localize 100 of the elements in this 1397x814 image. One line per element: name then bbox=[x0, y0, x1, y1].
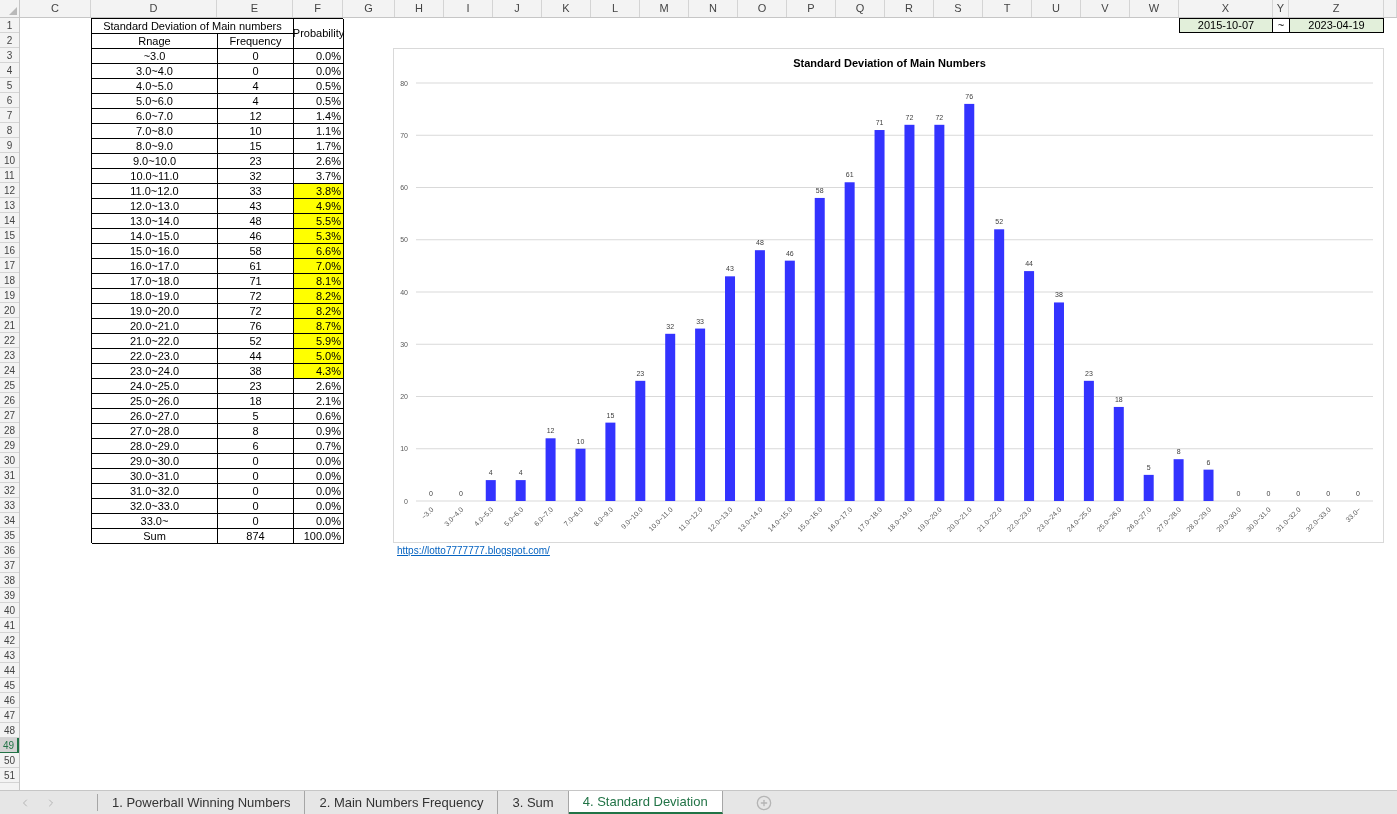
row-header[interactable]: 37 bbox=[0, 558, 19, 573]
row-header[interactable]: 40 bbox=[0, 603, 19, 618]
column-header[interactable]: D bbox=[91, 0, 217, 17]
row-header[interactable]: 34 bbox=[0, 513, 19, 528]
row-header[interactable]: 16 bbox=[0, 243, 19, 258]
row-header[interactable]: 9 bbox=[0, 138, 19, 153]
row-header[interactable]: 44 bbox=[0, 663, 19, 678]
column-header[interactable]: T bbox=[983, 0, 1032, 17]
sheet-tab[interactable]: 1. Powerball Winning Numbers bbox=[98, 791, 306, 814]
row-header[interactable]: 39 bbox=[0, 588, 19, 603]
table-cell: 33.0~ bbox=[92, 514, 218, 529]
row-header[interactable]: 49 bbox=[0, 738, 19, 753]
table-cell: 0.0% bbox=[294, 49, 344, 64]
row-header[interactable]: 31 bbox=[0, 468, 19, 483]
table-cell: 100.0% bbox=[294, 529, 344, 544]
row-header[interactable]: 3 bbox=[0, 48, 19, 63]
chart-title: Standard Deviation of Main Numbers bbox=[793, 57, 986, 69]
table-cell: 0.0% bbox=[294, 514, 344, 529]
row-header[interactable]: 15 bbox=[0, 228, 19, 243]
row-header[interactable]: 45 bbox=[0, 678, 19, 693]
row-header[interactable]: 8 bbox=[0, 123, 19, 138]
row-header[interactable]: 32 bbox=[0, 483, 19, 498]
table-cell: 13.0~14.0 bbox=[92, 214, 218, 229]
column-header[interactable]: M bbox=[640, 0, 689, 17]
table-cell: 5.3% bbox=[294, 229, 344, 244]
row-header[interactable]: 47 bbox=[0, 708, 19, 723]
sheet-tab[interactable]: 3. Sum bbox=[498, 791, 569, 814]
table-cell: 6.0~7.0 bbox=[92, 109, 218, 124]
column-header[interactable]: Y bbox=[1273, 0, 1289, 17]
row-header[interactable]: 14 bbox=[0, 213, 19, 228]
row-header[interactable]: 23 bbox=[0, 348, 19, 363]
column-header[interactable]: W bbox=[1130, 0, 1179, 17]
row-header[interactable]: 6 bbox=[0, 93, 19, 108]
column-header[interactable]: F bbox=[293, 0, 343, 17]
column-header[interactable]: G bbox=[343, 0, 395, 17]
column-header[interactable]: S bbox=[934, 0, 983, 17]
row-header[interactable]: 46 bbox=[0, 693, 19, 708]
row-header[interactable]: 4 bbox=[0, 63, 19, 78]
row-header[interactable]: 1 bbox=[0, 18, 19, 33]
row-header[interactable]: 41 bbox=[0, 618, 19, 633]
row-header[interactable]: 24 bbox=[0, 363, 19, 378]
row-header[interactable]: 13 bbox=[0, 198, 19, 213]
select-all-triangle-icon[interactable] bbox=[9, 7, 17, 15]
row-header[interactable]: 7 bbox=[0, 108, 19, 123]
row-header[interactable]: 10 bbox=[0, 153, 19, 168]
row-header[interactable]: 12 bbox=[0, 183, 19, 198]
column-header[interactable]: Z bbox=[1289, 0, 1384, 17]
table-cell: 0.0% bbox=[294, 64, 344, 79]
row-header[interactable]: 50 bbox=[0, 753, 19, 768]
row-header[interactable]: 17 bbox=[0, 258, 19, 273]
row-header[interactable]: 26 bbox=[0, 393, 19, 408]
table-cell: 14.0~15.0 bbox=[92, 229, 218, 244]
column-header[interactable]: C bbox=[20, 0, 91, 17]
row-header[interactable]: 28 bbox=[0, 423, 19, 438]
column-header[interactable]: I bbox=[444, 0, 493, 17]
row-header[interactable]: 42 bbox=[0, 633, 19, 648]
table-cell: 5.5% bbox=[294, 214, 344, 229]
row-header[interactable]: 30 bbox=[0, 453, 19, 468]
column-header[interactable]: E bbox=[217, 0, 293, 17]
row-header[interactable]: 19 bbox=[0, 288, 19, 303]
row-header[interactable]: 35 bbox=[0, 528, 19, 543]
bar bbox=[1143, 474, 1154, 501]
table-cell: 11.0~12.0 bbox=[92, 184, 218, 199]
row-header[interactable]: 51 bbox=[0, 768, 19, 783]
column-header[interactable]: U bbox=[1032, 0, 1081, 17]
row-header[interactable]: 18 bbox=[0, 273, 19, 288]
row-header[interactable]: 5 bbox=[0, 78, 19, 93]
row-header[interactable]: 2 bbox=[0, 33, 19, 48]
row-header[interactable]: 11 bbox=[0, 168, 19, 183]
row-header[interactable]: 27 bbox=[0, 408, 19, 423]
table-cell: 22.0~23.0 bbox=[92, 349, 218, 364]
row-header[interactable]: 22 bbox=[0, 333, 19, 348]
add-sheet-icon[interactable] bbox=[755, 794, 772, 811]
column-header[interactable]: K bbox=[542, 0, 591, 17]
row-header[interactable]: 29 bbox=[0, 438, 19, 453]
table-cell: 29.0~30.0 bbox=[92, 454, 218, 469]
column-header[interactable]: V bbox=[1081, 0, 1130, 17]
sheet-tab[interactable]: 2. Main Numbers Frequency bbox=[305, 791, 499, 814]
column-header[interactable]: O bbox=[738, 0, 787, 17]
table-cell: 0.0% bbox=[294, 469, 344, 484]
row-header[interactable]: 21 bbox=[0, 318, 19, 333]
row-header[interactable]: 25 bbox=[0, 378, 19, 393]
column-header[interactable]: X bbox=[1179, 0, 1273, 17]
row-header[interactable]: 38 bbox=[0, 573, 19, 588]
column-heading: Frequency bbox=[218, 34, 294, 49]
row-header[interactable]: 33 bbox=[0, 498, 19, 513]
column-header[interactable]: H bbox=[395, 0, 444, 17]
row-header[interactable]: 36 bbox=[0, 543, 19, 558]
column-header[interactable]: R bbox=[885, 0, 934, 17]
column-header[interactable]: P bbox=[787, 0, 836, 17]
column-header[interactable]: N bbox=[689, 0, 738, 17]
table-cell: 0.5% bbox=[294, 79, 344, 94]
table-cell: ~3.0 bbox=[92, 49, 218, 64]
blog-link[interactable]: https://lotto7777777.blogspot.com/ bbox=[397, 543, 550, 558]
row-header[interactable]: 20 bbox=[0, 303, 19, 318]
column-header[interactable]: J bbox=[493, 0, 542, 17]
row-header[interactable]: 43 bbox=[0, 648, 19, 663]
column-header[interactable]: Q bbox=[836, 0, 885, 17]
column-header[interactable]: L bbox=[591, 0, 640, 17]
sheet-tab[interactable]: 4. Standard Deviation bbox=[568, 791, 723, 814]
